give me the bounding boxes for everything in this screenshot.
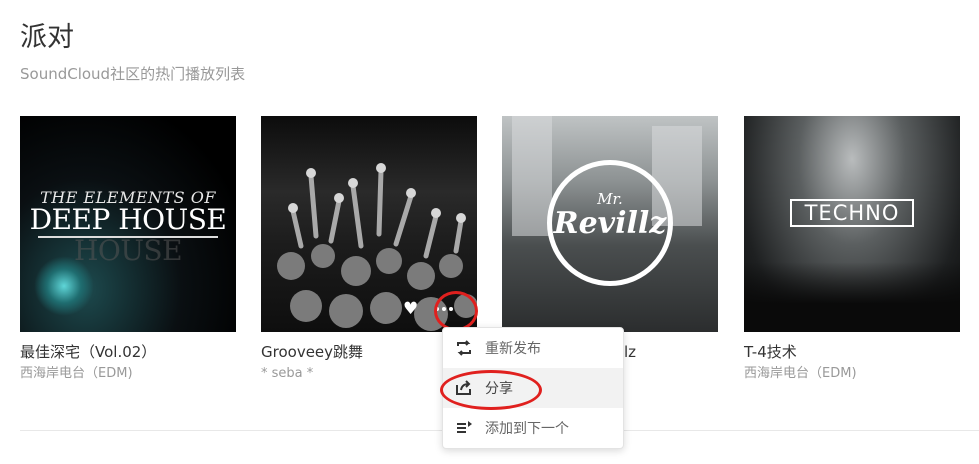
- playlist-card-deep-house[interactable]: THE ELEMENTS OF DEEP HOUSE HOUSE 最佳深宅（Vo…: [20, 116, 236, 383]
- playlist-card-techno[interactable]: TECHNO T-4技术 西海岸电台（EDM): [744, 116, 960, 383]
- menu-item-add-to-next-up[interactable]: 添加到下一个: [443, 408, 623, 448]
- playlist-artist[interactable]: 西海岸电台（EDM): [744, 365, 960, 383]
- playlist-title[interactable]: 最佳深宅（Vol.02）: [20, 342, 236, 362]
- playlist-title[interactable]: T-4技术: [744, 342, 960, 362]
- playlist-card-mr-revillz[interactable]: Mr. Revillz lz: [502, 116, 718, 362]
- menu-item-label: 添加到下一个: [485, 421, 569, 437]
- artwork-text-line2: Revillz: [553, 206, 667, 241]
- artwork-text-line2: DEEP HOUSE: [29, 203, 227, 236]
- more-button-highlight-ring: [434, 291, 478, 331]
- artwork-text: TECHNO: [790, 199, 914, 227]
- playlist-artist[interactable]: 西海岸电台（EDM): [20, 365, 236, 383]
- repost-icon: [455, 339, 473, 357]
- add-to-next-up-icon: [455, 419, 473, 437]
- menu-item-repost[interactable]: 重新发布: [443, 328, 623, 368]
- artwork-decoration: [744, 262, 960, 332]
- page-subtitle: SoundCloud社区的热门播放列表: [20, 65, 246, 83]
- page-title: 派对: [20, 22, 74, 53]
- playlist-artwork[interactable]: THE ELEMENTS OF DEEP HOUSE HOUSE: [20, 116, 236, 332]
- share-highlight-ring: [440, 370, 542, 410]
- like-heart-icon[interactable]: ♥: [403, 300, 421, 318]
- artwork-text-line3: HOUSE: [73, 234, 183, 267]
- menu-item-label: 重新发布: [485, 341, 541, 357]
- playlist-artwork[interactable]: Mr. Revillz: [502, 116, 718, 332]
- playlist-artwork[interactable]: TECHNO: [744, 116, 960, 332]
